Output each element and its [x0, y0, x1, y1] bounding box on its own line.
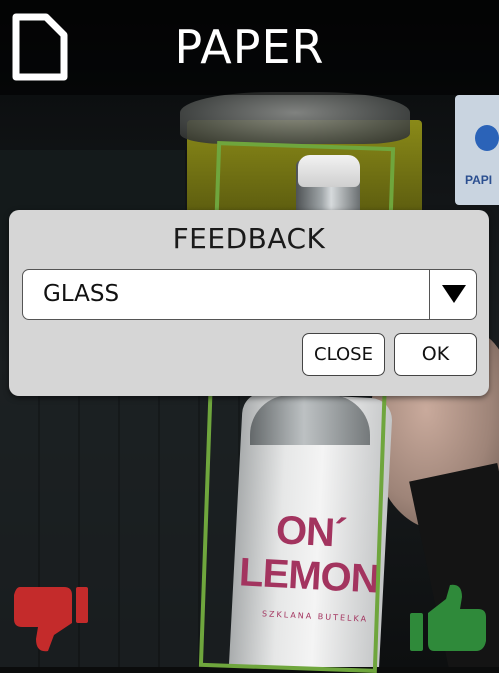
classification-title: PAPER [174, 20, 325, 74]
selected-category: GLASS [43, 281, 120, 307]
recycling-sign-text: PAPI [465, 173, 493, 187]
feedback-dialog: FEEDBACK GLASS CLOSE OK [9, 210, 489, 396]
triangle-down-icon[interactable] [442, 285, 466, 303]
thumbs-down-icon[interactable] [14, 583, 90, 653]
thumbs-up-icon[interactable] [410, 583, 486, 653]
select-divider [429, 270, 430, 319]
recycling-sign: PAPI [455, 95, 499, 205]
dialog-title: FEEDBACK [172, 222, 326, 255]
recycle-symbol [475, 125, 499, 151]
trash-bag [180, 92, 410, 144]
close-button[interactable]: CLOSE [302, 333, 385, 376]
category-select[interactable]: GLASS [22, 269, 477, 320]
ok-button[interactable]: OK [394, 333, 477, 376]
